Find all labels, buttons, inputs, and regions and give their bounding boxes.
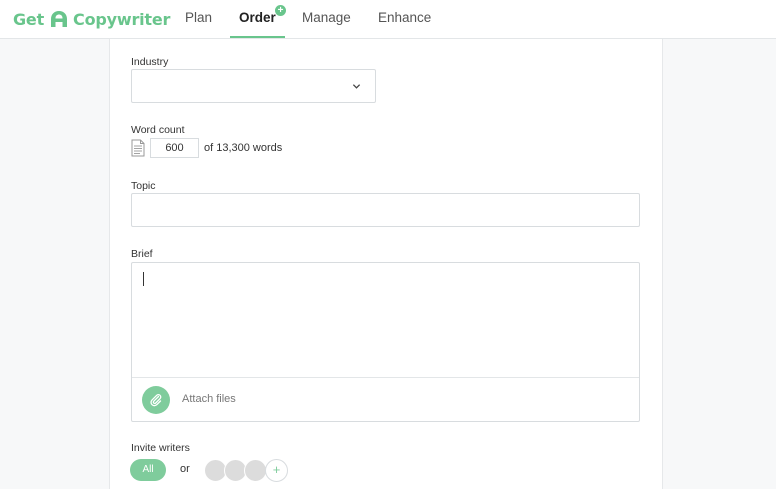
top-navigation-bar: Get Copywriter Plan Order + Manage Enhan… [0, 0, 776, 39]
brief-label: Brief [131, 248, 153, 260]
add-writer-button[interactable]: + [265, 459, 288, 482]
attach-files-button[interactable] [142, 386, 170, 414]
topic-label: Topic [131, 180, 156, 192]
nav-tab-plan[interactable]: Plan [185, 10, 212, 25]
brand-logo[interactable]: Get Copywriter [13, 8, 170, 30]
industry-select[interactable] [131, 69, 376, 103]
word-count-input[interactable]: 600 [150, 138, 199, 158]
brand-name-part2: Copywriter [73, 9, 171, 29]
topic-input[interactable] [131, 193, 640, 227]
invite-or-text: or [180, 463, 190, 475]
brand-name-part1: Get [13, 9, 45, 29]
industry-label: Industry [131, 56, 169, 68]
chevron-down-icon [352, 84, 361, 89]
invite-writers-label: Invite writers [131, 442, 190, 454]
brief-divider [132, 377, 639, 378]
document-icon [131, 139, 145, 157]
text-cursor [143, 272, 144, 286]
writer-avatar[interactable] [244, 459, 267, 482]
attach-files-label[interactable]: Attach files [182, 393, 236, 405]
invite-all-button[interactable]: All [130, 459, 166, 481]
nav-tab-manage[interactable]: Manage [302, 10, 351, 25]
active-tab-indicator [230, 36, 285, 38]
word-count-label: Word count [131, 124, 185, 136]
nav-tab-enhance[interactable]: Enhance [378, 10, 431, 25]
nav-tab-order[interactable]: Order [239, 10, 276, 25]
brand-logo-icon [51, 11, 68, 27]
paperclip-icon [150, 393, 162, 407]
order-plus-badge: + [275, 5, 286, 16]
word-count-total: of 13,300 words [204, 142, 283, 154]
